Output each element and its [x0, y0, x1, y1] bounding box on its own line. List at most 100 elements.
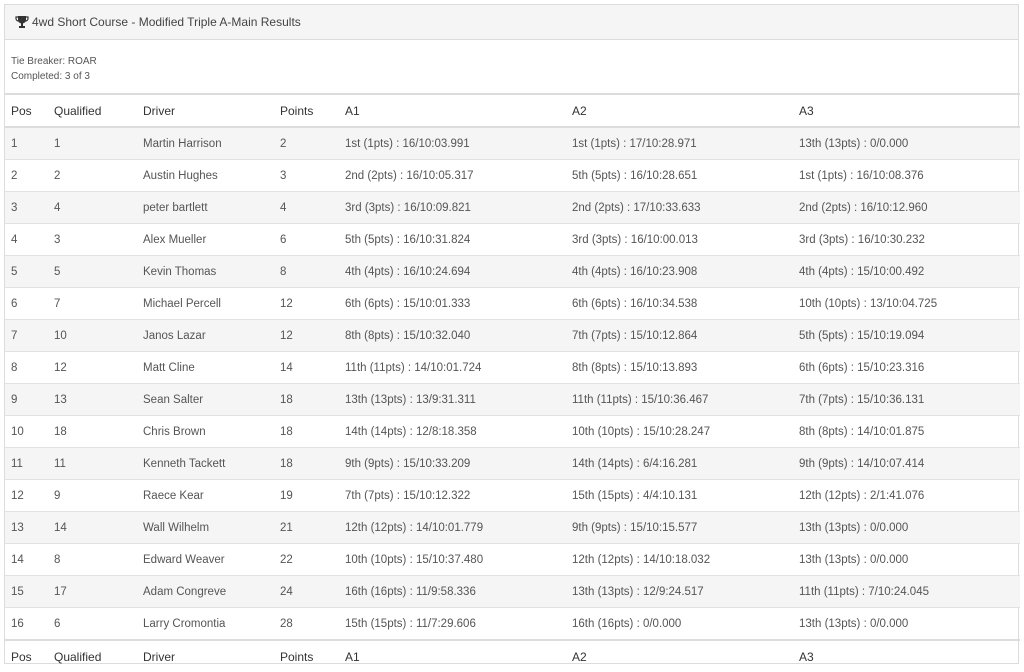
points-cell: 18 [274, 415, 339, 448]
a2-cell: 6th (6pts) : 16/10:34.538 [566, 287, 793, 320]
col-points-footer: Points [274, 639, 339, 672]
table-row: 8 12 Matt Cline 14 11th (11pts) : 14/10:01.7… [5, 351, 1020, 384]
pos-cell: 2 [5, 159, 48, 192]
driver-cell: Kevin Thomas [137, 255, 274, 288]
a3-cell: 13th (13pts) : 0/0.000 [793, 543, 1020, 576]
points-cell: 18 [274, 383, 339, 416]
qualified-cell: 12 [48, 351, 137, 384]
points-cell: 4 [274, 191, 339, 224]
driver-cell: Adam Congreve [137, 575, 274, 608]
a1-cell: 4th (4pts) : 16/10:24.694 [339, 255, 566, 288]
col-a3-header[interactable]: A3 [793, 93, 1020, 128]
table-row: 11 11 Kenneth Tackett 18 9th (9pts) : 15/10:… [5, 447, 1020, 480]
qualified-cell: 7 [48, 287, 137, 320]
table-row: 7 10 Janos Lazar 12 8th (8pts) : 15/10:32.04… [5, 319, 1020, 352]
results-panel: 4wd Short Course - Modified Triple A-Mai… [4, 4, 1020, 672]
table-row: 12 9 Raece Kear 19 7th (7pts) : 15/10:12.322… [5, 479, 1020, 512]
driver-cell: Wall Wilhelm [137, 511, 274, 544]
race-info: Tie Breaker: ROAR Completed: 3 of 3 [5, 40, 1018, 93]
a1-cell: 11th (11pts) : 14/10:01.724 [339, 351, 566, 384]
points-cell: 21 [274, 511, 339, 544]
col-driver-footer: Driver [137, 639, 274, 672]
a3-cell: 12th (12pts) : 2/1:41.076 [793, 479, 1020, 512]
qualified-cell: 5 [48, 255, 137, 288]
qualified-cell: 3 [48, 223, 137, 256]
points-cell: 2 [274, 127, 339, 160]
driver-cell: Sean Salter [137, 383, 274, 416]
completed-status: Completed: 3 of 3 [11, 71, 90, 82]
a1-cell: 10th (10pts) : 15/10:37.480 [339, 543, 566, 576]
a3-cell: 2nd (2pts) : 16/10:12.960 [793, 191, 1020, 224]
a3-cell: 13th (13pts) : 0/0.000 [793, 607, 1020, 640]
col-a1-footer: A1 [339, 639, 566, 672]
driver-cell: Larry Cromontia [137, 607, 274, 640]
table-row: 6 7 Michael Percell 12 6th (6pts) : 15/10:01… [5, 287, 1020, 320]
col-qualified-header[interactable]: Qualified [48, 93, 137, 128]
table-row: 2 2 Austin Hughes 3 2nd (2pts) : 16/10:05.31… [5, 159, 1020, 192]
qualified-cell: 13 [48, 383, 137, 416]
qualified-cell: 4 [48, 191, 137, 224]
qualified-cell: 10 [48, 319, 137, 352]
pos-cell: 3 [5, 191, 48, 224]
a1-cell: 6th (6pts) : 15/10:01.333 [339, 287, 566, 320]
a3-cell: 5th (5pts) : 15/10:19.094 [793, 319, 1020, 352]
table-row: 10 18 Chris Brown 18 14th (14pts) : 12/8:18.… [5, 415, 1020, 448]
driver-cell: Edward Weaver [137, 543, 274, 576]
pos-cell: 8 [5, 351, 48, 384]
points-cell: 18 [274, 447, 339, 480]
trophy-icon [15, 15, 29, 29]
points-cell: 6 [274, 223, 339, 256]
col-a2-footer: A2 [566, 639, 793, 672]
table-footer-row: Pos Qualified Driver Points A1 A2 A3 [5, 639, 1020, 672]
points-cell: 3 [274, 159, 339, 192]
table-row: 15 17 Adam Congreve 24 16th (16pts) : 11/9:5… [5, 575, 1020, 608]
points-cell: 28 [274, 607, 339, 640]
pos-cell: 10 [5, 415, 48, 448]
a3-cell: 4th (4pts) : 15/10:00.492 [793, 255, 1020, 288]
col-a1-header[interactable]: A1 [339, 93, 566, 128]
table-row: 1 1 Martin Harrison 2 1st (1pts) : 16/10:03.… [5, 127, 1020, 160]
pos-cell: 15 [5, 575, 48, 608]
pos-cell: 9 [5, 383, 48, 416]
a2-cell: 9th (9pts) : 15/10:15.577 [566, 511, 793, 544]
a2-cell: 2nd (2pts) : 17/10:33.633 [566, 191, 793, 224]
pos-cell: 16 [5, 607, 48, 640]
a2-cell: 14th (14pts) : 6/4:16.281 [566, 447, 793, 480]
points-cell: 24 [274, 575, 339, 608]
table-row: 14 8 Edward Weaver 22 10th (10pts) : 15/10:3… [5, 543, 1020, 576]
a2-cell: 16th (16pts) : 0/0.000 [566, 607, 793, 640]
a2-cell: 3rd (3pts) : 16/10:00.013 [566, 223, 793, 256]
qualified-cell: 18 [48, 415, 137, 448]
col-driver-header[interactable]: Driver [137, 93, 274, 128]
a2-cell: 7th (7pts) : 15/10:12.864 [566, 319, 793, 352]
a1-cell: 12th (12pts) : 14/10:01.779 [339, 511, 566, 544]
driver-cell: Janos Lazar [137, 319, 274, 352]
a3-cell: 6th (6pts) : 15/10:23.316 [793, 351, 1020, 384]
a1-cell: 16th (16pts) : 11/9:58.336 [339, 575, 566, 608]
a2-cell: 15th (15pts) : 4/4:10.131 [566, 479, 793, 512]
a1-cell: 5th (5pts) : 16/10:31.824 [339, 223, 566, 256]
col-qualified-footer: Qualified [48, 639, 137, 672]
pos-cell: 6 [5, 287, 48, 320]
points-cell: 19 [274, 479, 339, 512]
col-pos-footer: Pos [5, 639, 48, 672]
col-pos-header[interactable]: Pos [5, 93, 48, 128]
col-points-header[interactable]: Points [274, 93, 339, 128]
panel-title: 4wd Short Course - Modified Triple A-Mai… [32, 15, 301, 29]
a3-cell: 1st (1pts) : 16/10:08.376 [793, 159, 1020, 192]
qualified-cell: 1 [48, 127, 137, 160]
a3-cell: 11th (11pts) : 7/10:24.045 [793, 575, 1020, 608]
driver-cell: Chris Brown [137, 415, 274, 448]
driver-cell: Raece Kear [137, 479, 274, 512]
points-cell: 22 [274, 543, 339, 576]
qualified-cell: 6 [48, 607, 137, 640]
a1-cell: 3rd (3pts) : 16/10:09.821 [339, 191, 566, 224]
a2-cell: 1st (1pts) : 17/10:28.971 [566, 127, 793, 160]
col-a2-header[interactable]: A2 [566, 93, 793, 128]
qualified-cell: 8 [48, 543, 137, 576]
a2-cell: 13th (13pts) : 12/9:24.517 [566, 575, 793, 608]
a1-cell: 7th (7pts) : 15/10:12.322 [339, 479, 566, 512]
driver-cell: Kenneth Tackett [137, 447, 274, 480]
pos-cell: 4 [5, 223, 48, 256]
qualified-cell: 9 [48, 479, 137, 512]
